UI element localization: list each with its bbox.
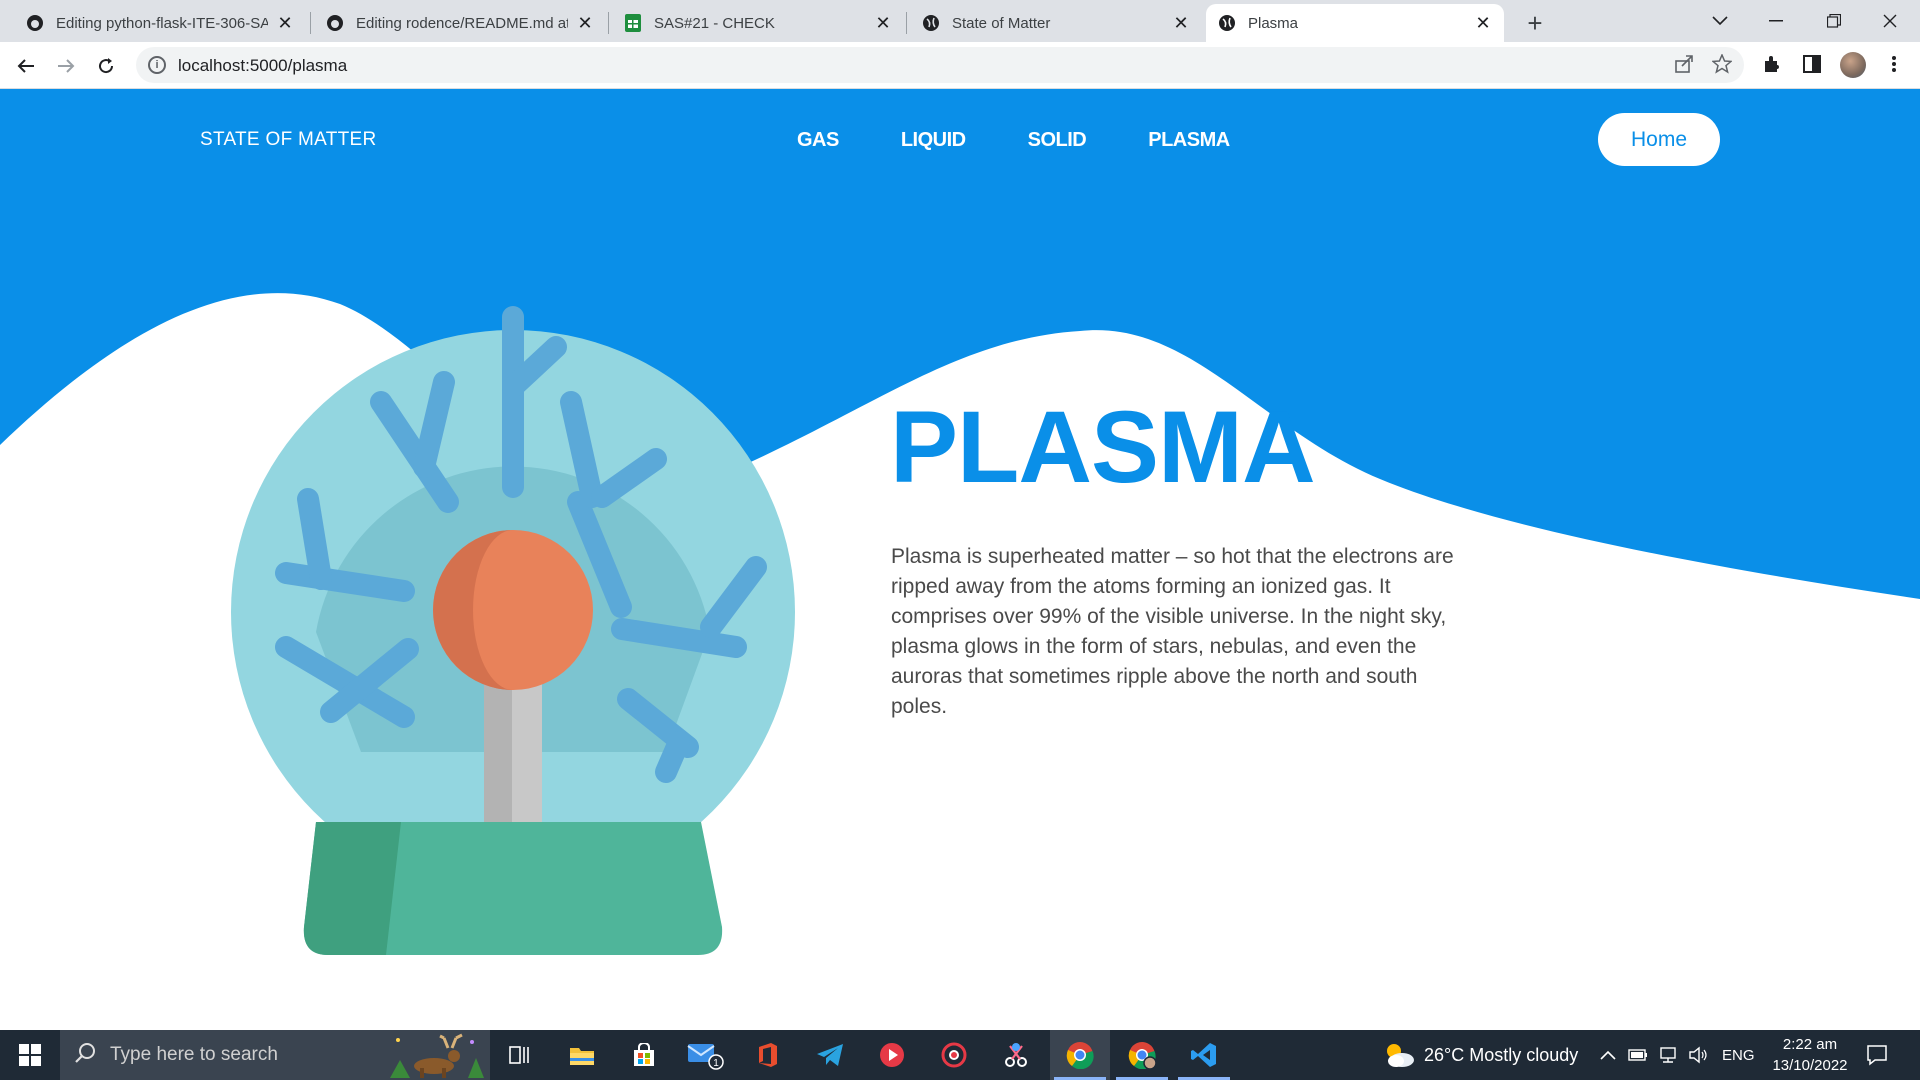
menu-kebab-icon[interactable] xyxy=(1880,50,1908,78)
tab-title: SAS#21 - CHECK xyxy=(654,14,775,32)
chrome-profile-icon[interactable] xyxy=(1112,1030,1172,1080)
plasma-ball-illustration xyxy=(231,306,795,955)
sheets-icon xyxy=(624,14,642,32)
site-brand[interactable]: STATE OF MATTER xyxy=(200,129,377,151)
vscode-icon[interactable] xyxy=(1174,1030,1234,1080)
extensions-icon[interactable] xyxy=(1758,50,1786,78)
tab-title: Editing rodence/README.md at m xyxy=(356,14,568,32)
minimize-button[interactable] xyxy=(1748,0,1804,42)
office-icon[interactable] xyxy=(738,1030,798,1080)
language-indicator[interactable]: ENG xyxy=(1722,1030,1755,1080)
tab-separator xyxy=(608,12,609,34)
tab-state-of-matter[interactable]: State of Matter ✕ xyxy=(910,4,1202,42)
site-navbar: STATE OF MATTER GAS LIQUID SOLID PLASMA … xyxy=(0,89,1920,189)
close-icon[interactable]: ✕ xyxy=(576,13,594,34)
microsoft-store-icon[interactable] xyxy=(614,1030,674,1080)
search-icon xyxy=(74,1042,96,1070)
tab-github-1[interactable]: Editing python-flask-ITE-306-SAS ✕ xyxy=(14,4,306,42)
address-bar[interactable]: i localhost:5000/plasma xyxy=(136,47,1744,83)
back-icon[interactable] xyxy=(10,50,42,82)
tab-title: Plasma xyxy=(1248,14,1299,32)
tab-strip: Editing python-flask-ITE-306-SAS ✕ Editi… xyxy=(0,0,1920,42)
tab-search-icon[interactable] xyxy=(1692,0,1748,42)
network-icon[interactable] xyxy=(1658,1030,1678,1080)
nav-gas[interactable]: GAS xyxy=(797,129,839,152)
close-icon[interactable]: ✕ xyxy=(1172,13,1190,34)
tab-sheets[interactable]: SAS#21 - CHECK ✕ xyxy=(612,4,904,42)
url-text[interactable]: localhost:5000/plasma xyxy=(178,56,347,76)
github-icon xyxy=(26,14,44,32)
globe-icon xyxy=(922,14,940,32)
tab-title: State of Matter xyxy=(952,14,1051,32)
weather-widget[interactable]: 26°C Mostly cloudy xyxy=(1382,1030,1578,1080)
close-icon[interactable]: ✕ xyxy=(276,13,294,34)
plasma-description: Plasma is superheated matter – so hot th… xyxy=(891,545,1454,718)
nav-links: GAS LIQUID SOLID PLASMA xyxy=(797,129,1292,152)
mail-badge: 1 xyxy=(713,1058,719,1069)
forward-icon[interactable] xyxy=(50,50,82,82)
tab-github-2[interactable]: Editing rodence/README.md at m ✕ xyxy=(314,4,606,42)
telegram-icon[interactable] xyxy=(800,1030,860,1080)
windows-taskbar: Type here to search 1 26°C Mostly cloudy… xyxy=(0,1030,1920,1080)
system-clock[interactable]: 2:22 am 13/10/2022 xyxy=(1760,1034,1860,1076)
tab-separator xyxy=(310,12,311,34)
notification-center-icon[interactable] xyxy=(1866,1030,1888,1080)
moose-search-highlight-icon xyxy=(390,1033,484,1078)
taskbar-search-box[interactable]: Type here to search xyxy=(60,1030,490,1080)
windows-start-icon[interactable] xyxy=(0,1030,60,1080)
globe-icon xyxy=(1218,14,1236,32)
clock-time: 2:22 am xyxy=(1782,1036,1838,1053)
profile-avatar[interactable] xyxy=(1840,52,1866,78)
page-heading: PLASMA xyxy=(890,390,1316,504)
browser-toolbar: i localhost:5000/plasma xyxy=(0,42,1920,89)
file-explorer-icon[interactable] xyxy=(552,1030,612,1080)
close-icon[interactable]: ✕ xyxy=(1474,13,1492,34)
tab-plasma[interactable]: Plasma ✕ xyxy=(1206,4,1504,42)
task-view-icon[interactable] xyxy=(490,1030,550,1080)
show-hidden-icons-chevron-up-icon[interactable] xyxy=(1600,1030,1616,1080)
tab-separator xyxy=(906,12,907,34)
partly-cloudy-icon xyxy=(1387,1044,1414,1067)
chrome-icon[interactable] xyxy=(1050,1030,1110,1080)
weather-text: 26°C Mostly cloudy xyxy=(1424,1044,1579,1065)
battery-icon[interactable] xyxy=(1628,1030,1648,1080)
mail-icon[interactable]: 1 xyxy=(676,1030,736,1080)
nav-solid[interactable]: SOLID xyxy=(1028,129,1087,152)
site-info-icon[interactable]: i xyxy=(148,56,166,74)
restore-button[interactable] xyxy=(1806,0,1862,42)
clock-date: 13/10/2022 xyxy=(1772,1057,1848,1074)
reload-icon[interactable] xyxy=(90,50,122,82)
new-tab-button[interactable]: + xyxy=(1520,8,1550,39)
nav-liquid[interactable]: LIQUID xyxy=(901,129,966,152)
bookmark-star-icon[interactable] xyxy=(1711,53,1733,80)
screen-recorder-icon[interactable] xyxy=(924,1030,984,1080)
github-icon xyxy=(326,14,344,32)
volume-icon[interactable] xyxy=(1688,1030,1708,1080)
media-player-icon[interactable] xyxy=(862,1030,922,1080)
tab-title: Editing python-flask-ITE-306-SAS xyxy=(56,14,268,32)
share-icon[interactable] xyxy=(1674,54,1694,80)
side-panel-icon[interactable] xyxy=(1798,50,1826,78)
search-placeholder: Type here to search xyxy=(110,1044,278,1065)
page-viewport: STATE OF MATTER GAS LIQUID SOLID PLASMA … xyxy=(0,89,1920,1030)
close-window-button[interactable] xyxy=(1862,0,1918,42)
snipping-tool-icon[interactable] xyxy=(986,1030,1046,1080)
close-icon[interactable]: ✕ xyxy=(874,13,892,34)
nav-plasma[interactable]: PLASMA xyxy=(1148,129,1230,152)
home-button[interactable]: Home xyxy=(1598,113,1720,166)
